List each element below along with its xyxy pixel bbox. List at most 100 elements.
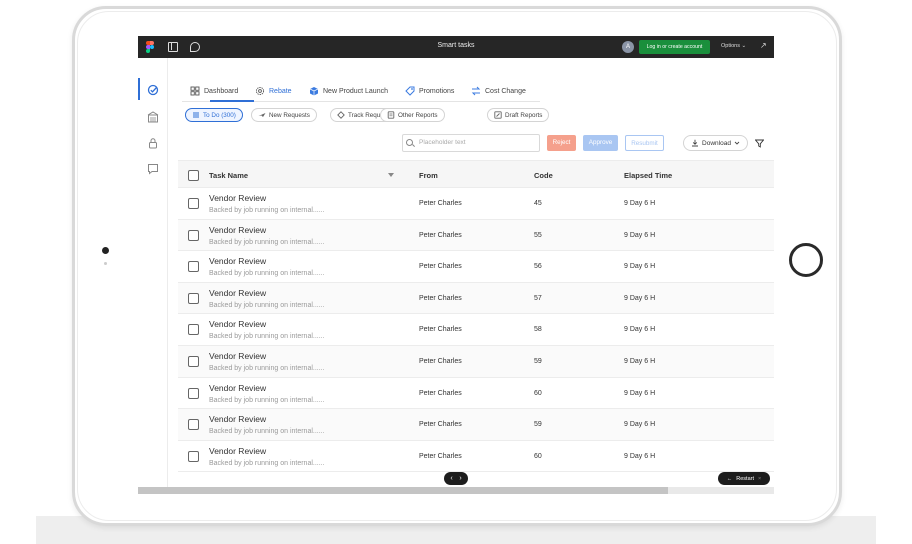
download-icon	[692, 139, 699, 147]
task-from: Peter Charles	[419, 358, 462, 365]
task-elapsed-time: 9 Day 6 H	[624, 294, 656, 302]
task-from: Peter Charles	[419, 200, 462, 207]
row-checkbox[interactable]	[188, 229, 199, 241]
download-label: Download	[702, 139, 731, 147]
nav-active-indicator	[138, 78, 140, 100]
chip-draft-reports[interactable]: Draft Reports	[487, 108, 550, 122]
sort-icon[interactable]	[388, 173, 394, 177]
task-from: Peter Charles	[419, 263, 462, 271]
task-code: 59	[534, 421, 542, 429]
table-row[interactable]: Vendor Review Backed by job running on in…	[178, 314, 774, 346]
swap-icon	[471, 86, 481, 96]
table-row[interactable]: Vendor Review Backed by job running on in…	[178, 440, 774, 473]
app-screen: Smart tasks A Log in or create account O…	[138, 36, 774, 494]
tab-promotions[interactable]: Promotions	[405, 80, 454, 102]
tab-new-product-launch[interactable]: New Product Launch	[309, 80, 388, 102]
chip-new-requests[interactable]: New Requests	[251, 108, 317, 122]
download-button[interactable]: Download	[683, 135, 748, 151]
column-elapsed-time[interactable]: Elapsed Time	[624, 171, 672, 180]
task-elapsed-time: 9 Day 6 H	[624, 326, 656, 334]
expand-icon[interactable]: ↗	[760, 42, 767, 50]
tab-active-underline	[210, 100, 254, 102]
lock-icon[interactable]	[147, 137, 159, 149]
options-menu[interactable]: Options ⌄	[721, 43, 746, 49]
column-task-name[interactable]: Task Name	[209, 171, 248, 180]
select-all-checkbox[interactable]	[188, 170, 199, 181]
row-checkbox[interactable]	[188, 198, 199, 209]
chip-to-do[interactable]: To Do (300)	[185, 108, 243, 122]
chip-label: To Do (300)	[203, 111, 236, 119]
task-title: Vendor Review	[209, 319, 267, 330]
search-icon	[406, 139, 413, 146]
restart-label: Restart	[736, 475, 754, 482]
sensor-dot	[104, 262, 107, 265]
task-subtitle: Backed by job running on internal......	[209, 270, 325, 278]
tab-rebate[interactable]: Rebate	[255, 80, 292, 102]
plane-icon	[258, 113, 266, 117]
tab-label: Promotions	[419, 87, 455, 95]
horizontal-scrollbar[interactable]	[138, 487, 774, 494]
row-checkbox[interactable]	[188, 387, 199, 399]
message-icon[interactable]	[147, 163, 159, 175]
top-bar: Smart tasks A Log in or create account O…	[138, 36, 774, 58]
chip-label: Draft Reports	[505, 111, 543, 119]
task-subtitle: Backed by job running on internal......	[209, 365, 325, 372]
box-icon	[309, 87, 319, 96]
task-from: Peter Charles	[419, 421, 462, 429]
row-checkbox[interactable]	[188, 261, 199, 273]
chip-other-reports[interactable]: Other Reports	[380, 108, 445, 122]
prev-page-button[interactable]: ‹	[450, 475, 452, 482]
restart-button[interactable]: ← Restart ×	[718, 472, 770, 485]
tab-dashboard[interactable]: Dashboard	[190, 80, 238, 102]
table-row[interactable]: Vendor Review Backed by job running on in…	[178, 251, 774, 283]
row-checkbox[interactable]	[188, 419, 199, 431]
target-icon	[337, 111, 345, 119]
left-nav	[138, 58, 168, 494]
row-checkbox[interactable]	[188, 292, 199, 304]
close-icon[interactable]: ×	[758, 476, 761, 482]
approve-button[interactable]: Approve	[583, 135, 618, 151]
task-subtitle: Backed by job running on internal......	[209, 459, 325, 467]
tasks-icon[interactable]	[147, 84, 159, 96]
task-subtitle: Backed by job running on internal......	[209, 333, 325, 341]
table-row[interactable]: Vendor Review Backed by job running on in…	[178, 188, 774, 220]
table-row[interactable]: Vendor Review Backed by job running on in…	[178, 377, 774, 410]
search-input[interactable]: Placeholder text	[402, 134, 540, 152]
resubmit-button[interactable]: Resubmit	[625, 135, 664, 151]
task-code: 57	[534, 294, 542, 302]
grid-icon	[190, 86, 200, 96]
building-icon[interactable]	[147, 111, 159, 123]
task-title: Vendor Review	[209, 224, 267, 235]
row-checkbox[interactable]	[188, 356, 199, 367]
task-code: 58	[534, 326, 542, 334]
task-title: Vendor Review	[209, 445, 267, 456]
reject-button[interactable]: Reject	[547, 135, 576, 151]
login-button[interactable]: Log in or create account	[639, 40, 710, 54]
tab-cost-change[interactable]: Cost Change	[471, 80, 526, 102]
home-button[interactable]	[789, 243, 823, 277]
task-elapsed-time: 9 Day 6 H	[624, 231, 656, 239]
task-title: Vendor Review	[209, 382, 267, 393]
row-checkbox[interactable]	[188, 450, 199, 462]
tab-label: New Product Launch	[323, 87, 388, 95]
document-icon	[387, 111, 395, 119]
row-checkbox[interactable]	[188, 324, 199, 336]
table-row[interactable]: Vendor Review Backed by job running on in…	[178, 409, 774, 441]
table-row[interactable]: Vendor Review Backed by job running on in…	[178, 219, 774, 252]
table-row[interactable]: Vendor Review Backed by job running on in…	[178, 282, 774, 315]
column-from[interactable]: From	[419, 171, 438, 180]
column-code[interactable]: Code	[534, 171, 553, 180]
table-header: Task Name From Code Elapsed Time	[178, 160, 774, 188]
table-row[interactable]: Vendor Review Backed by job running on in…	[178, 346, 774, 378]
task-subtitle: Backed by job running on internal......	[209, 396, 325, 404]
task-from: Peter Charles	[419, 389, 462, 397]
task-title: Vendor Review	[209, 287, 267, 298]
edit-icon	[494, 111, 502, 119]
avatar[interactable]: A	[622, 41, 634, 53]
task-subtitle: Backed by job running on internal......	[209, 428, 325, 436]
tag-icon	[405, 86, 415, 96]
task-subtitle: Backed by job running on internal......	[209, 301, 325, 309]
next-page-button[interactable]: ›	[459, 475, 461, 482]
filter-icon[interactable]	[755, 139, 764, 148]
scrollbar-thumb[interactable]	[138, 487, 668, 494]
